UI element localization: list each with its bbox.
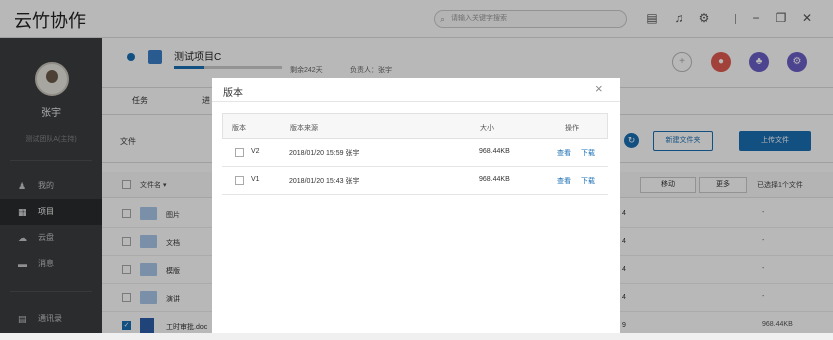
- col-actions: 操作: [565, 125, 579, 132]
- version-row: V2 2018/01/20 15:59 张宇 968.44KB 查看 下载: [222, 139, 608, 167]
- close-icon[interactable]: ×: [595, 81, 603, 96]
- dialog-title: 版本: [223, 88, 243, 99]
- col-version: 版本: [232, 125, 246, 132]
- version-label: V1: [251, 176, 260, 183]
- dialog-divider: [212, 101, 620, 102]
- view-link[interactable]: 查看: [557, 148, 571, 158]
- download-link[interactable]: 下载: [581, 176, 595, 186]
- version-label: V2: [251, 148, 260, 155]
- version-table-header: 版本 版本来源 大小 操作: [222, 113, 608, 139]
- row-checkbox[interactable]: [235, 176, 244, 185]
- download-link[interactable]: 下载: [581, 148, 595, 158]
- row-checkbox[interactable]: [235, 148, 244, 157]
- version-row: V1 2018/01/20 15:43 张宇 968.44KB 查看 下载: [222, 167, 608, 195]
- col-size: 大小: [480, 125, 494, 132]
- col-source: 版本来源: [290, 125, 318, 132]
- version-size: 968.44KB: [479, 176, 510, 183]
- version-size: 968.44KB: [479, 148, 510, 155]
- version-source: 2018/01/20 15:59 张宇: [289, 150, 360, 157]
- version-source: 2018/01/20 15:43 张宇: [289, 178, 360, 185]
- version-dialog: 版本 × 版本 版本来源 大小 操作 V2 2018/01/20 15:59 张…: [212, 78, 620, 333]
- view-link[interactable]: 查看: [557, 176, 571, 186]
